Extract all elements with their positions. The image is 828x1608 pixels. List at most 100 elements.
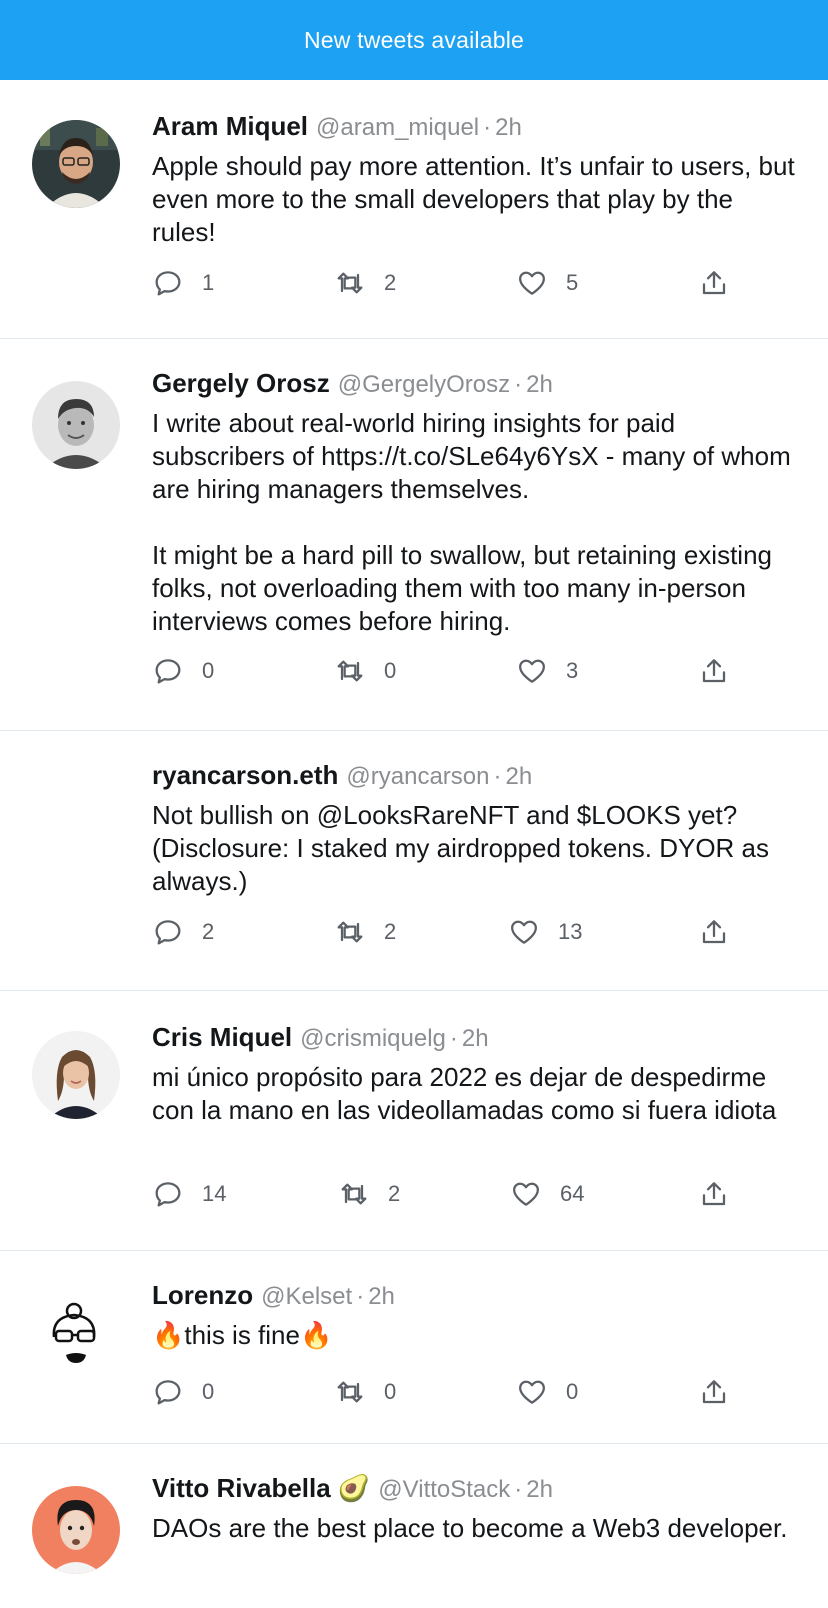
tweet-time: 2h xyxy=(526,1476,553,1503)
share-icon xyxy=(702,659,726,683)
tweet-header: Lorenzo @Kelset · 2h xyxy=(152,1280,395,1310)
reply-icon xyxy=(155,920,181,945)
tweet-text: I write about real-world hiring insights… xyxy=(152,408,791,636)
author-name[interactable]: Gergely Orosz xyxy=(152,368,330,398)
share-icon xyxy=(702,1380,726,1404)
heart-icon xyxy=(519,271,545,295)
share-button[interactable] xyxy=(698,654,730,688)
tweet-card[interactable]: Vitto Rivabella 🥑 @VittoStack · 2h DAOs are… xyxy=(0,1444,828,1608)
retweet-count: 2 xyxy=(384,919,397,944)
like-button[interactable]: 5 xyxy=(516,266,578,300)
like-count: 5 xyxy=(566,270,579,295)
tweet-actions: 2 2 13 xyxy=(152,915,752,949)
tweet-text: Apple should pay more attention. It’s un… xyxy=(152,151,802,247)
like-button[interactable]: 64 xyxy=(510,1177,584,1211)
tweet-header: Cris Miquel @crismiquelg · 2h xyxy=(152,1022,489,1052)
author-handle[interactable]: @GergelyOrosz xyxy=(338,371,510,398)
author-handle[interactable]: @ryancarson xyxy=(346,763,489,790)
avatar[interactable] xyxy=(32,1289,120,1377)
tweet-header: ryancarson.eth @ryancarson · 2h xyxy=(152,760,533,790)
reply-button[interactable]: 0 xyxy=(152,1375,214,1409)
heart-icon xyxy=(519,659,545,683)
author-handle[interactable]: @Kelset xyxy=(261,1283,352,1310)
avatar[interactable] xyxy=(32,1486,120,1574)
author-handle[interactable]: @aram_miquel xyxy=(316,114,479,141)
retweet-button[interactable]: 2 xyxy=(338,1177,400,1211)
like-count: 3 xyxy=(566,658,579,683)
tweet-header: Aram Miquel @aram_miquel · 2h xyxy=(152,111,522,141)
tweet-card[interactable]: Gergely Orosz @GergelyOrosz · 2h I write ab… xyxy=(0,339,828,731)
author-name[interactable]: Lorenzo xyxy=(152,1280,253,1310)
reply-button[interactable]: 14 xyxy=(152,1177,226,1211)
like-count: 0 xyxy=(566,1379,579,1404)
tweet-actions: 14 2 64 xyxy=(152,1177,752,1211)
tweet-header: Gergely Orosz @GergelyOrosz · 2h xyxy=(152,368,553,398)
like-button[interactable]: 3 xyxy=(516,654,578,688)
author-name[interactable]: Aram Miquel xyxy=(152,111,308,141)
tweet-text: Not bullish on @LooksRareNFT and $LOOKS … xyxy=(152,800,777,896)
tweet-text: DAOs are the best place to become a Web3… xyxy=(152,1513,788,1543)
retweet-button[interactable]: 2 xyxy=(334,266,396,300)
reply-count: 1 xyxy=(202,270,215,295)
avatar[interactable] xyxy=(32,1031,120,1119)
reply-icon xyxy=(155,1182,181,1207)
tweet-text: mi único propósito para 2022 es dejar de… xyxy=(152,1062,777,1125)
tweet-time: 2h xyxy=(368,1283,395,1310)
new-tweets-label: New tweets available xyxy=(303,26,525,53)
tweet-card[interactable]: Cris Miquel @crismiquelg · 2h mi único prop… xyxy=(0,991,828,1251)
tweet-card[interactable]: ryancarson.eth @ryancarson · 2h Not bullish… xyxy=(0,731,828,991)
share-icon xyxy=(702,271,726,295)
author-name[interactable]: Vitto Rivabella 🥑 xyxy=(152,1473,370,1503)
share-icon xyxy=(702,920,726,944)
share-icon xyxy=(702,1182,726,1206)
reply-icon xyxy=(155,1380,181,1405)
heart-icon xyxy=(513,1182,539,1206)
tweet-header: Vitto Rivabella 🥑 @VittoStack · 2h xyxy=(152,1473,553,1503)
reply-button[interactable]: 0 xyxy=(152,654,214,688)
like-count: 13 xyxy=(558,919,583,944)
author-name[interactable]: ryancarson.eth xyxy=(152,760,338,790)
tweet-time: 2h xyxy=(526,371,553,398)
tweet-time: 2h xyxy=(505,763,533,790)
retweet-count: 2 xyxy=(388,1181,401,1206)
retweet-icon xyxy=(337,921,363,943)
avatar[interactable] xyxy=(32,120,120,208)
reply-count: 14 xyxy=(202,1181,227,1206)
tweet-actions: 1 2 5 xyxy=(152,266,752,300)
retweet-icon xyxy=(337,1381,363,1403)
reply-count: 2 xyxy=(202,919,215,944)
retweet-count: 0 xyxy=(384,1379,397,1404)
reply-count: 0 xyxy=(202,1379,215,1404)
reply-button[interactable]: 1 xyxy=(152,266,214,300)
author-name[interactable]: Cris Miquel xyxy=(152,1022,292,1052)
heart-icon xyxy=(519,1380,545,1404)
retweet-count: 2 xyxy=(384,270,397,295)
retweet-button[interactable]: 0 xyxy=(334,654,396,688)
reply-count: 0 xyxy=(202,658,215,683)
share-button[interactable] xyxy=(698,1375,730,1409)
share-button[interactable] xyxy=(698,1177,730,1211)
tweet-text: 🔥this is fine🔥 xyxy=(152,1320,333,1350)
tweet-card[interactable]: Lorenzo @Kelset · 2h 🔥this is fine🔥 0 0 0 xyxy=(0,1251,828,1444)
share-button[interactable] xyxy=(698,915,730,949)
retweet-icon xyxy=(337,272,363,294)
tweet-time: 2h xyxy=(461,1025,489,1052)
retweet-button[interactable]: 2 xyxy=(334,915,396,949)
like-button[interactable]: 13 xyxy=(508,915,582,949)
share-button[interactable] xyxy=(698,266,730,300)
like-count: 64 xyxy=(560,1181,585,1206)
tweet-actions: 0 0 0 xyxy=(152,1375,752,1409)
heart-icon xyxy=(511,920,537,944)
retweet-icon xyxy=(341,1183,367,1205)
retweet-button[interactable]: 0 xyxy=(334,1375,396,1409)
tweet-actions: 0 0 3 xyxy=(152,654,752,688)
retweet-count: 0 xyxy=(384,658,397,683)
author-handle[interactable]: @crismiquelg xyxy=(300,1025,446,1052)
new-tweets-banner[interactable]: New tweets available xyxy=(0,0,828,80)
tweet-card[interactable]: Aram Miquel @aram_miquel · 2h Apple should … xyxy=(0,80,828,339)
reply-icon xyxy=(155,659,181,684)
avatar[interactable] xyxy=(32,381,120,469)
reply-button[interactable]: 2 xyxy=(152,915,214,949)
like-button[interactable]: 0 xyxy=(516,1375,578,1409)
author-handle[interactable]: @VittoStack xyxy=(378,1476,510,1503)
